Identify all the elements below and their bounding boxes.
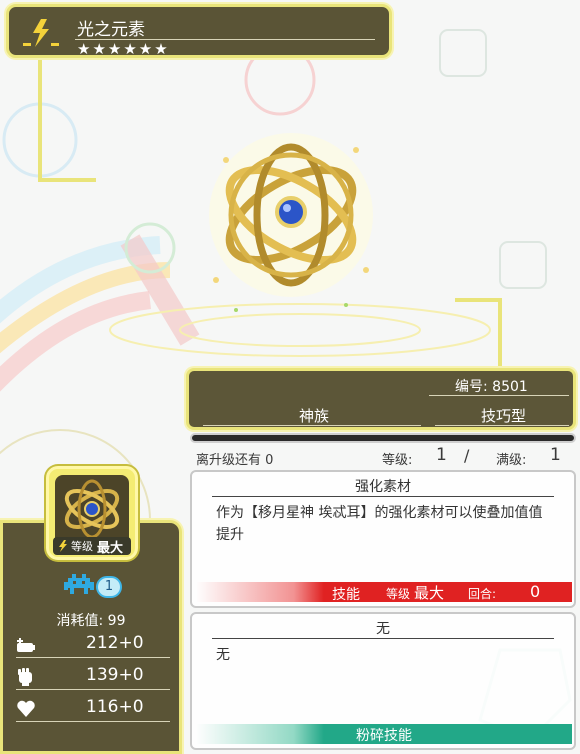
recovery-value: 116+0 (86, 697, 144, 717)
card-info-panel: 编号: 8501 神族 技巧型 (186, 368, 576, 430)
card-number-label: 编号: (455, 379, 488, 395)
skill-level-value: 最大 (414, 584, 445, 602)
skill-bar: 粉碎技能 (196, 724, 572, 744)
divider (16, 689, 170, 690)
cost-number: 99 (107, 613, 126, 629)
card-header: 光之元素 ★★★★★★ (6, 4, 392, 58)
card-thumbnail[interactable]: 等级 最大 (46, 466, 138, 560)
battery-icon (16, 635, 36, 655)
thumbnail-level-value: 最大 (97, 540, 124, 556)
rarity-stars: ★★★★★★ (77, 40, 170, 58)
skill-description: 作为【移月星神 埃忒耳】的强化素材可以使叠加值值提升 (216, 505, 543, 543)
experience-bar (190, 433, 576, 443)
card-name: 光之元素 (77, 20, 145, 40)
skill-description: 无 (216, 647, 230, 663)
cost-value: 消耗值: 99 (0, 610, 182, 630)
skill-bar: 技能 等级 最大 回合: 0 (196, 582, 572, 603)
thumbnail-level-label: 等级 (71, 540, 93, 553)
card-type: 技巧型 (481, 407, 527, 425)
level-row: 离升级还有 0 等级: 1 / 满级: 1 (196, 445, 576, 468)
level-separator: / (464, 446, 470, 465)
divider (212, 496, 554, 497)
thumbnail-level-badge: 等级 最大 (53, 537, 131, 556)
stat-hp: 212+0 (16, 632, 172, 658)
invader-icon (64, 574, 94, 600)
next-level-value: 0 (265, 453, 274, 468)
card-race: 神族 (299, 407, 330, 425)
attack-value: 139+0 (86, 665, 144, 685)
divider (203, 425, 421, 426)
skill-level-label: 等级 (386, 587, 411, 601)
skill-card-active[interactable]: 强化素材 作为【移月星神 埃忒耳】的强化素材可以使叠加值值提升 技能 等级 最大… (190, 470, 576, 608)
card-number: 编号: 8501 (455, 376, 528, 396)
skill-card-leader[interactable]: 无 无 粉碎技能 (190, 612, 576, 750)
hp-value: 212+0 (86, 633, 144, 653)
card-number-value: 8501 (492, 379, 528, 395)
level-value: 1 (436, 445, 447, 465)
heart-icon (16, 699, 36, 719)
cost-label: 消耗值: (56, 613, 104, 629)
skill-title: 无 (376, 621, 390, 637)
skill-bar-label: 技能 (332, 587, 360, 603)
fist-icon (16, 667, 36, 687)
skill-turn-value: 0 (530, 582, 541, 601)
skill-bar-label: 粉碎技能 (356, 728, 412, 744)
max-level-value: 1 (550, 445, 561, 465)
divider (429, 395, 569, 396)
divider (435, 425, 569, 426)
stat-attack: 139+0 (16, 664, 172, 690)
next-level-info: 离升级还有 0 (196, 449, 273, 468)
divider (16, 657, 170, 658)
stat-recovery: 116+0 (16, 696, 172, 722)
lightning-icon (59, 540, 67, 552)
light-element-artwork (209, 133, 373, 312)
max-level-label: 满级: (496, 453, 527, 468)
skill-turn-label: 回合: (468, 587, 497, 601)
space-count: 1 (96, 576, 122, 598)
next-level-label: 离升级还有 (196, 453, 262, 468)
light-element-icon (17, 15, 65, 51)
divider (16, 721, 170, 722)
level-label: 等级: (382, 453, 413, 468)
skill-title: 强化素材 (355, 479, 411, 495)
divider (212, 638, 554, 639)
